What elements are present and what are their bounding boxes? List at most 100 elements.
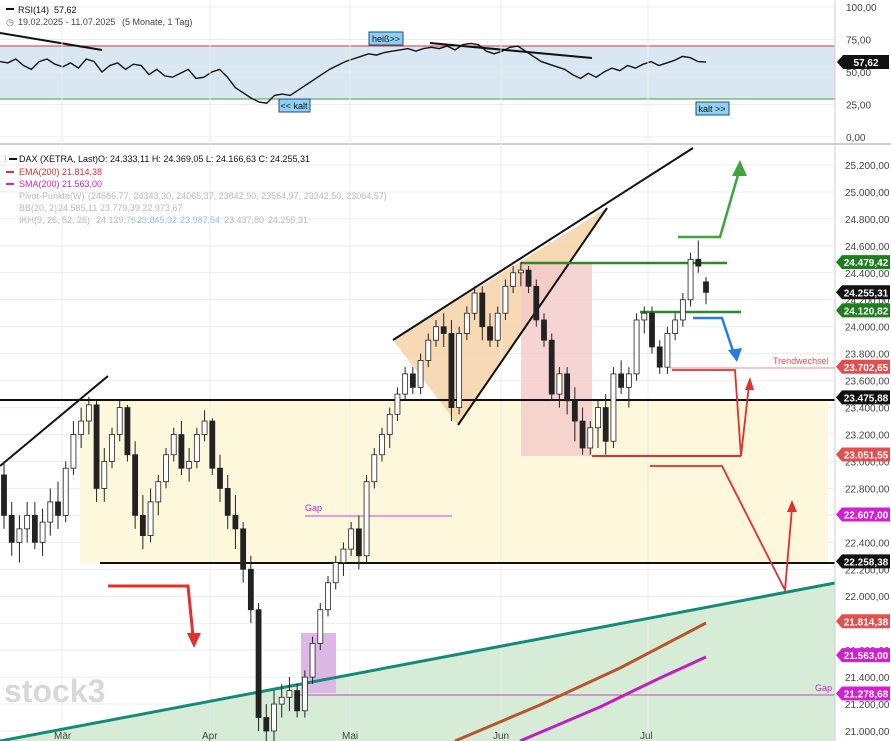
candle-body	[16, 528, 23, 543]
candle-body	[556, 373, 563, 395]
candle-body	[533, 285, 540, 321]
candle-body	[178, 434, 185, 469]
ikh-label: IKH(9, 26, 52, 26)	[19, 215, 90, 225]
pivot-label: Pivot-Punkte(W)	[19, 191, 85, 201]
ikh-value-4: 23.437,80	[224, 215, 264, 225]
price-axis-tick: 24.600,00	[845, 242, 890, 253]
price-axis-tick: 23.600,00	[845, 377, 890, 388]
ema-label: EMA(200)	[19, 167, 60, 177]
candle-body	[610, 373, 617, 442]
candle-body	[109, 434, 115, 462]
svg-text:24.479,42: 24.479,42	[844, 258, 889, 269]
price-axis-tick: 24.400,00	[845, 269, 890, 280]
bb-label: BB(20, 2)	[19, 203, 57, 213]
svg-text:23.702,65: 23.702,65	[844, 363, 889, 374]
candle-body	[425, 339, 432, 361]
candle-body	[371, 454, 378, 483]
clock-icon: ◷	[6, 17, 14, 27]
candle-body	[93, 404, 100, 489]
candle-body	[633, 319, 640, 375]
price-axis-tick: 25.200,00	[845, 161, 890, 172]
candle-body	[525, 269, 532, 287]
bb-values: 24.585,11 23.779,39 22.973,67	[58, 203, 182, 213]
price-axis-tick: 21.400,00	[845, 673, 890, 684]
candle-body	[332, 562, 339, 584]
price-axis-tick: 21.000,00	[845, 727, 890, 738]
month-label: Apr	[202, 731, 218, 741]
candle-body	[548, 339, 555, 395]
instrument-label: DAX (XETRA, Last)	[19, 154, 98, 164]
gap-label-lower: Gap	[815, 683, 832, 693]
svg-text:22.258,38: 22.258,38	[844, 557, 889, 568]
candle-body	[386, 413, 393, 435]
price-tag: 21.814,38	[836, 614, 890, 629]
month-label: Mär	[54, 731, 72, 741]
candle-body	[255, 609, 262, 718]
rsi-hot-label: heiß>>	[368, 31, 404, 46]
candle-body	[139, 514, 146, 536]
bearish-arrow	[693, 316, 742, 362]
candle-body	[240, 528, 247, 570]
candle-body	[379, 434, 385, 456]
drop-arrow	[108, 584, 201, 648]
candle-body	[695, 258, 702, 267]
candle-body	[317, 609, 324, 644]
bullish-arrow	[678, 160, 747, 239]
price-axis-tick: 25.000,00	[845, 188, 890, 199]
rsi-axis-tick: 25,00	[846, 101, 871, 112]
candle-body	[85, 404, 92, 422]
candle-body	[440, 326, 447, 334]
candle-body	[340, 548, 347, 563]
candle-body	[325, 582, 331, 611]
price-axis-tick: 21.200,00	[845, 700, 890, 711]
price-tag: 23.702,65	[836, 359, 890, 374]
candle-body	[201, 420, 208, 435]
price-axis-tick: 24.800,00	[845, 215, 890, 226]
candle-body	[595, 407, 601, 429]
candle-body	[479, 292, 486, 328]
svg-text:22.607,00: 22.607,00	[844, 510, 889, 521]
date-range: 19.02.2025 - 11.07.2025	[18, 17, 115, 27]
sma-label: SMA(200)	[19, 179, 60, 189]
candle-body	[101, 461, 108, 489]
price-axis-tick: 22.800,00	[845, 484, 890, 495]
svg-text:57,62: 57,62	[853, 58, 878, 69]
candle-body	[687, 258, 694, 301]
candle-body	[602, 407, 609, 442]
candle-body	[463, 312, 470, 334]
rsi-value: 57,62	[54, 5, 77, 15]
svg-text:21.278,68: 21.278,68	[844, 689, 889, 700]
price-axis-tick: 23.200,00	[845, 431, 890, 442]
candle-body	[579, 420, 586, 449]
price-tag: 21.563,00	[836, 648, 890, 663]
month-label: Mai	[342, 731, 358, 741]
candle-body	[294, 690, 301, 712]
candle-body	[24, 514, 31, 530]
candle-body	[471, 292, 478, 314]
ikh-value-5: 24.255,31	[268, 215, 308, 225]
candle-body	[502, 285, 509, 314]
candle-body	[217, 467, 223, 489]
svg-text:<< kalt: << kalt	[280, 101, 308, 111]
svg-text:21.814,38: 21.814,38	[844, 617, 889, 628]
candle-body	[625, 373, 632, 388]
svg-text:heiß>>: heiß>>	[372, 34, 400, 44]
candle-body	[672, 319, 679, 334]
candle-body	[116, 407, 123, 435]
candle-body	[309, 643, 316, 678]
ikh-value-3: 23.987,54	[180, 215, 220, 225]
candle-body	[510, 272, 517, 287]
candle-body	[664, 333, 671, 368]
ohlc-label: O: 24.333,11 H: 24.369,05 L: 24.166,63 C…	[98, 154, 310, 164]
rsi-axis-tick: 100,00	[846, 3, 877, 14]
candle-body	[224, 488, 231, 516]
candle-body	[348, 528, 355, 550]
price-tag: 22.258,38	[836, 554, 890, 569]
candle-body	[494, 312, 501, 341]
price-axis-tick: 22.400,00	[845, 538, 890, 549]
month-label: Jul	[640, 731, 653, 741]
candle-body	[39, 521, 46, 543]
candle-body	[163, 454, 169, 483]
price-tag: 24.255,31	[836, 285, 890, 300]
gap-label-upper: Gap	[305, 503, 322, 513]
